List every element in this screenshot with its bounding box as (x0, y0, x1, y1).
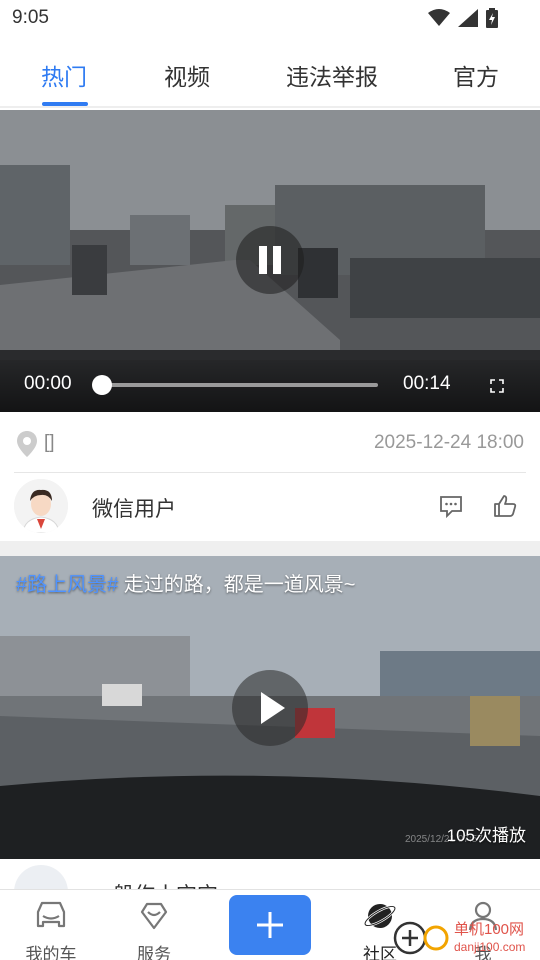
fullscreen-icon[interactable] (490, 379, 504, 393)
wifi-icon (428, 9, 450, 26)
active-tab-indicator (42, 102, 88, 106)
service-icon (140, 902, 168, 930)
next-post-author-row: 一般作小宝宝 (0, 859, 540, 889)
avatar[interactable] (14, 479, 68, 533)
watermark-logo-icon (393, 921, 449, 955)
pause-button[interactable] (236, 226, 304, 294)
tab-violation-report[interactable]: 违法举报 (286, 58, 378, 92)
video-card[interactable]: #路上风景# 走过的路，都是一道风景~ 2025/12/21 07:57 105… (0, 556, 540, 859)
user-avatar-icon (14, 479, 68, 533)
progress-bar[interactable] (100, 383, 378, 387)
pause-icon (259, 246, 281, 274)
nav-label: 服务 (137, 945, 171, 960)
location-text: [] (44, 432, 55, 453)
nav-label: 我的车 (25, 945, 77, 960)
post-timestamp: 2025-12-24 18:00 (373, 432, 524, 453)
play-button[interactable] (232, 670, 308, 746)
play-icon (261, 692, 285, 724)
tab-official[interactable]: 官方 (453, 58, 499, 92)
video-controls: 00:00 00:14 (0, 360, 540, 412)
section-separator (0, 541, 540, 556)
author-name[interactable]: 一般作小宝宝 (92, 879, 218, 889)
author-name[interactable]: 微信用户 (92, 493, 176, 523)
caption-text: 走过的路，都是一道风景~ (118, 574, 356, 596)
plus-icon (257, 912, 283, 938)
add-button[interactable] (229, 895, 311, 955)
watermark-site-cn: 单机100网 (454, 921, 525, 938)
site-watermark: 单机100网 danji100.com (392, 916, 540, 960)
tab-video[interactable]: 视频 (164, 58, 210, 92)
battery-icon (486, 8, 498, 28)
author-row: 微信用户 (0, 473, 540, 541)
like-icon[interactable] (492, 493, 518, 519)
progress-thumb[interactable] (92, 375, 112, 395)
play-count: 105次播放 (446, 826, 526, 845)
signal-icon (458, 9, 478, 27)
status-icons (428, 8, 498, 28)
video-caption: #路上风景# 走过的路，都是一道风景~ (16, 568, 356, 597)
nav-service[interactable]: 服务 (114, 896, 194, 960)
avatar[interactable] (14, 865, 68, 889)
video-player[interactable]: 00:00 00:14 (0, 110, 540, 412)
tab-hot[interactable]: 热门 (41, 58, 87, 92)
duration: 00:14 (403, 373, 451, 394)
post-meta: [] 2025-12-24 18:00 (0, 412, 540, 472)
status-bar: 9:05 (0, 0, 540, 36)
location-pin-icon (17, 431, 37, 457)
status-time: 9:05 (12, 7, 49, 28)
car-icon (36, 901, 66, 928)
watermark-site-en: danji100.com (454, 940, 526, 954)
current-time: 00:00 (24, 373, 72, 394)
comment-icon[interactable] (438, 493, 464, 519)
topic-tag[interactable]: #路上风景# (16, 574, 118, 596)
category-tabs: 热门 视频 违法举报 官方 (0, 36, 540, 108)
nav-my-car[interactable]: 我的车 (11, 896, 91, 960)
